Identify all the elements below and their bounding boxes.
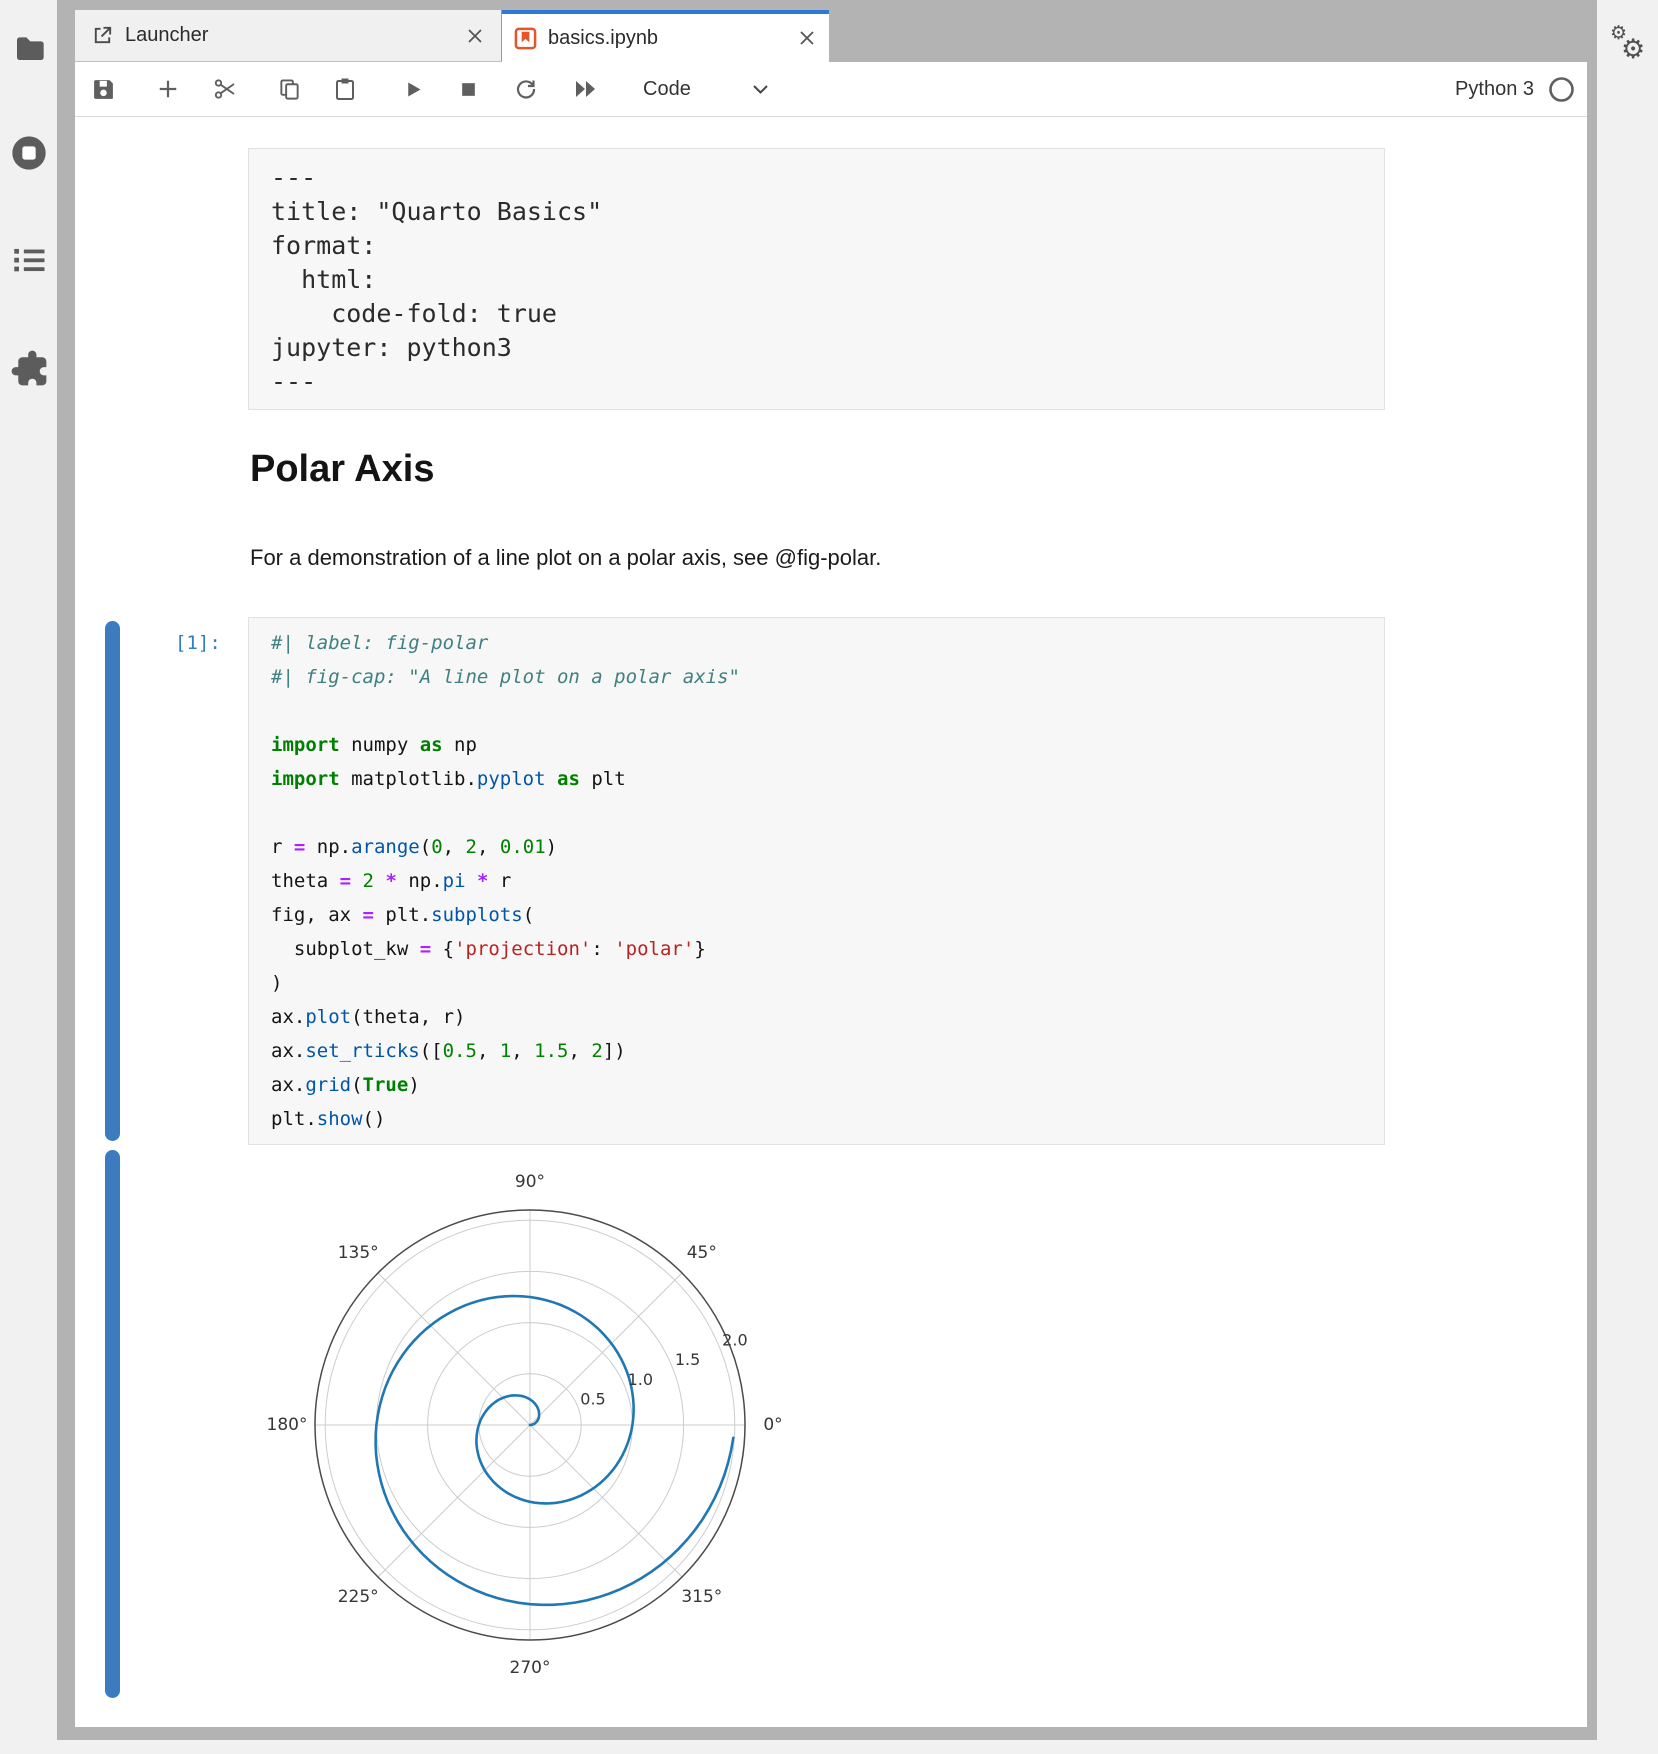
markdown-heading: Polar Axis (250, 448, 434, 491)
svg-text:2.0: 2.0 (722, 1331, 747, 1350)
tab-bar: Launcher basics.ipynb (75, 10, 1587, 62)
tab-launcher[interactable]: Launcher (75, 10, 502, 62)
svg-text:1.5: 1.5 (675, 1350, 700, 1369)
close-icon[interactable] (797, 28, 817, 48)
jupyterlab-window: Launcher basics.ipynb (75, 10, 1587, 1727)
table-of-contents-icon[interactable] (9, 240, 49, 280)
activity-bar (0, 0, 57, 1754)
polar-plot-output: 0° 45° 90° 135° 180° 225° 270° 315° 0.5 1.0 1.5 2.0 (230, 1148, 850, 1713)
paste-cells-button[interactable] (332, 62, 358, 116)
cut-cells-button[interactable] (212, 62, 238, 116)
kernel-name[interactable]: Python 3 (1455, 78, 1534, 101)
interrupt-kernel-button[interactable] (455, 62, 481, 116)
window-frame: Launcher basics.ipynb (57, 0, 1597, 1740)
yaml-cell[interactable]: --- title: "Quarto Basics" format: html:… (248, 148, 1385, 410)
cell-collapser-output[interactable] (105, 1150, 120, 1698)
svg-text:270°: 270° (510, 1658, 551, 1678)
cell-type-label: Code (643, 78, 691, 101)
svg-text:225°: 225° (338, 1587, 379, 1607)
external-link-icon (91, 24, 114, 47)
kernel-status-icon[interactable] (1548, 76, 1575, 103)
kernel-indicator: Python 3 (1455, 62, 1575, 116)
running-sessions-icon[interactable] (9, 133, 49, 173)
execution-prompt: [1]: (175, 626, 237, 660)
cell-collapser-input[interactable] (105, 621, 120, 1141)
svg-text:315°: 315° (681, 1587, 722, 1607)
code-cell-editor[interactable]: #| label: fig-polar#| fig-cap: "A line p… (248, 617, 1385, 1145)
file-browser-icon[interactable] (9, 28, 49, 68)
settings-gears-icon[interactable]: ⚙ ⚙ (1609, 22, 1649, 68)
restart-run-all-button[interactable] (573, 62, 599, 116)
tab-label: Launcher (125, 24, 208, 47)
svg-text:45°: 45° (687, 1243, 717, 1263)
svg-text:0.5: 0.5 (580, 1389, 605, 1408)
svg-text:180°: 180° (267, 1415, 308, 1435)
run-cell-button[interactable] (400, 62, 426, 116)
restart-kernel-button[interactable] (513, 62, 539, 116)
svg-text:1.0: 1.0 (628, 1370, 653, 1389)
extension-manager-icon[interactable] (9, 348, 49, 388)
svg-text:135°: 135° (338, 1243, 379, 1263)
gear-large-icon: ⚙ (1621, 34, 1645, 65)
close-icon[interactable] (465, 26, 485, 46)
chevron-down-icon (752, 83, 769, 95)
notebook-toolbar: Code Python 3 (75, 62, 1587, 117)
svg-text:90°: 90° (515, 1172, 545, 1192)
tab-label: basics.ipynb (548, 27, 658, 50)
copy-cells-button[interactable] (276, 62, 302, 116)
save-button[interactable] (90, 62, 116, 116)
svg-text:0°: 0° (763, 1415, 782, 1435)
insert-cell-button[interactable] (155, 62, 181, 116)
right-panel-strip: ⚙ ⚙ (1597, 0, 1658, 1754)
tab-notebook[interactable]: basics.ipynb (502, 10, 829, 62)
notebook-panel: --- title: "Quarto Basics" format: html:… (75, 117, 1587, 1727)
notebook-icon (514, 27, 537, 50)
cell-type-dropdown[interactable]: Code (631, 62, 781, 116)
markdown-paragraph: For a demonstration of a line plot on a … (250, 545, 881, 571)
